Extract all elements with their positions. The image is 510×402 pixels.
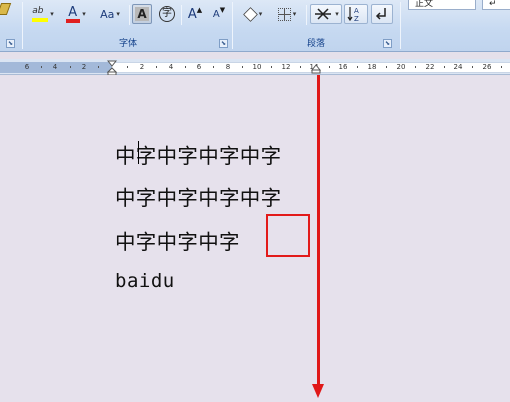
style-next[interactable]: ↵ bbox=[482, 0, 510, 10]
highlight-color-bar bbox=[32, 18, 49, 22]
character-shading-button[interactable]: A bbox=[132, 4, 152, 24]
group-separator bbox=[22, 2, 23, 49]
grow-font-button[interactable]: A ▲ bbox=[184, 4, 206, 24]
ruler-number: 4 bbox=[52, 63, 58, 71]
ruler-tick bbox=[213, 66, 214, 68]
shading-button[interactable]: ▾ bbox=[238, 4, 268, 24]
button-separator bbox=[129, 5, 130, 25]
svg-text:A: A bbox=[354, 7, 359, 15]
paint-bucket-icon bbox=[242, 6, 258, 22]
right-indent-marker[interactable] bbox=[311, 64, 321, 74]
ruler-number: 6 bbox=[196, 63, 202, 71]
document-area[interactable] bbox=[0, 76, 510, 402]
document-line[interactable]: baidu bbox=[115, 270, 175, 292]
document-line[interactable]: 中字中字中字中字 bbox=[115, 139, 281, 169]
return-arrow-icon bbox=[375, 8, 386, 20]
text-highlight-button[interactable]: ab ▾ bbox=[28, 4, 58, 24]
ruler-tick bbox=[242, 66, 243, 68]
font-color-button[interactable]: A ▾ bbox=[62, 4, 90, 24]
ruler-tick bbox=[357, 66, 358, 68]
borders-button[interactable]: ▾ bbox=[272, 4, 302, 24]
ruler-number: 20 bbox=[396, 63, 406, 71]
change-case-button[interactable]: Aa ▾ bbox=[94, 4, 126, 24]
sort-button[interactable]: A Z bbox=[344, 4, 368, 24]
annotation-arrow-head bbox=[312, 384, 324, 398]
ruler-number: 6 bbox=[24, 63, 30, 71]
paragraph-dialog-launcher[interactable]: ⬊ bbox=[383, 39, 392, 48]
style-next-label: ↵ bbox=[489, 0, 497, 9]
ruler-tick bbox=[41, 66, 42, 68]
show-hide-marks-button[interactable] bbox=[371, 4, 393, 24]
chevron-down-icon: ▾ bbox=[116, 10, 120, 18]
ruler-number: 16 bbox=[338, 63, 348, 71]
ruler-number: 24 bbox=[453, 63, 463, 71]
font-color-bar bbox=[66, 18, 81, 23]
ruler-tick bbox=[415, 66, 416, 68]
ruler-tick bbox=[98, 66, 99, 68]
group-separator bbox=[232, 2, 233, 49]
clipboard-dialog-launcher[interactable]: ⬊ bbox=[6, 39, 15, 48]
chinese-layout-button[interactable]: ▾ bbox=[310, 4, 342, 24]
grow-font-icon: A bbox=[187, 6, 197, 22]
font-color-icon: A bbox=[66, 5, 81, 23]
ruler-tick bbox=[156, 66, 157, 68]
font-dialog-launcher[interactable]: ⬊ bbox=[219, 39, 228, 48]
ruler-tick bbox=[127, 66, 128, 68]
sort-az-icon: A Z bbox=[347, 7, 359, 22]
chevron-down-icon: ▾ bbox=[258, 10, 263, 18]
enclose-characters-button[interactable]: 字 bbox=[156, 4, 178, 24]
ruler-number: 22 bbox=[425, 63, 435, 71]
ruler-number: 2 bbox=[139, 63, 145, 71]
font-group-caption: 字体 bbox=[118, 39, 137, 49]
format-painter-button[interactable] bbox=[0, 0, 12, 18]
ruler-tick bbox=[300, 66, 301, 68]
ribbon: ⬊ ab ▾ A ▾ Aa ▾ A 字 A ▲ A ▼ 字体 ⬊ ▾ ▾ ▾ A… bbox=[0, 0, 510, 52]
chevron-down-icon: ▾ bbox=[82, 10, 86, 18]
document-line[interactable]: 中字中字中字中字 bbox=[115, 181, 281, 211]
chevron-down-icon: ▾ bbox=[292, 10, 297, 18]
ruler-number: 18 bbox=[367, 63, 377, 71]
ruler-number: 12 bbox=[281, 63, 291, 71]
ruler-tick bbox=[271, 66, 272, 68]
indent-marker[interactable] bbox=[107, 60, 117, 75]
paragraph-group: ▾ ▾ ▾ A Z 段落 ⬊ bbox=[234, 0, 398, 51]
character-shading-icon: A bbox=[135, 7, 149, 21]
shrink-font-button[interactable]: A ▼ bbox=[208, 4, 230, 24]
annotation-arrow-line bbox=[317, 75, 320, 388]
text-caret bbox=[138, 141, 139, 164]
ruler-number: 2 bbox=[81, 63, 87, 71]
horizontal-ruler[interactable]: 6 4 2 2 4 6 8 10 12 14 16 18 20 22 24 26 bbox=[0, 59, 510, 75]
ruler-number: 8 bbox=[225, 63, 231, 71]
ruler-tick bbox=[329, 66, 330, 68]
shrink-font-icon: A bbox=[212, 8, 220, 20]
ruler-number: 4 bbox=[168, 63, 174, 71]
format-painter-icon bbox=[0, 3, 12, 15]
ruler-tick bbox=[472, 66, 473, 68]
annotation-highlight-box bbox=[266, 214, 310, 257]
ruler-tick bbox=[185, 66, 186, 68]
change-case-icon: Aa bbox=[100, 7, 115, 21]
button-separator bbox=[181, 5, 182, 25]
chinese-layout-icon bbox=[315, 8, 332, 20]
ruler-tick bbox=[386, 66, 387, 68]
ruler-tick bbox=[501, 66, 502, 68]
chevron-down-icon: ▾ bbox=[50, 10, 54, 18]
ruler-number: 26 bbox=[482, 63, 492, 71]
ruler-tick bbox=[70, 66, 71, 68]
group-separator bbox=[400, 2, 401, 49]
chevron-down-icon: ▾ bbox=[335, 10, 339, 18]
style-normal-label: 正文 bbox=[415, 0, 434, 9]
paragraph-group-caption: 段落 bbox=[306, 39, 325, 49]
font-group: ab ▾ A ▾ Aa ▾ A 字 A ▲ A ▼ 字体 ⬊ bbox=[24, 0, 232, 51]
svg-text:Z: Z bbox=[354, 15, 359, 22]
highlighter-icon: ab bbox=[32, 6, 49, 22]
ruler-number: 10 bbox=[252, 63, 262, 71]
ruler-tick bbox=[444, 66, 445, 68]
border-grid-icon bbox=[277, 7, 291, 21]
enclose-characters-icon: 字 bbox=[159, 6, 175, 22]
button-separator bbox=[306, 5, 307, 25]
style-normal[interactable]: 正文 bbox=[408, 0, 476, 10]
document-line[interactable]: 中字中字中字 bbox=[115, 225, 240, 255]
